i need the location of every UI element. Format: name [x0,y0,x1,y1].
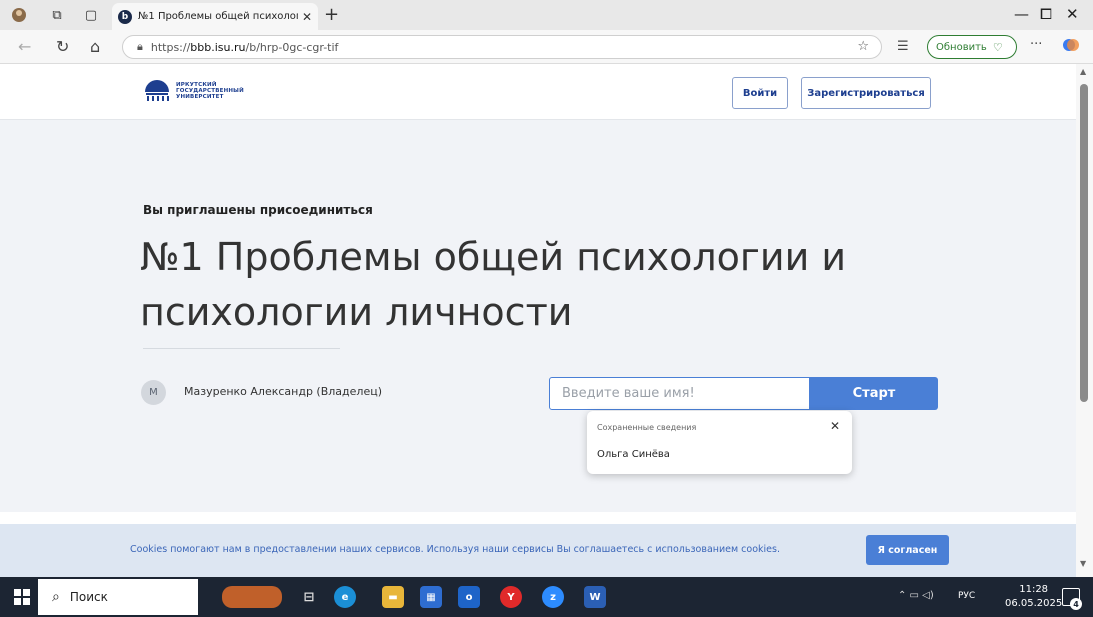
browser-tab-bar: ⧉ ▢ b №1 Проблемы общей психолог ✕ + — ⧠… [0,0,1093,30]
weather-widget-icon[interactable] [222,586,282,608]
windows-taskbar: ⌕ Поиск ⊟ e ▬ ▦ o Y z W ⌃ ▭ ◁) РУС 11:28… [0,577,1093,617]
new-tab-icon[interactable]: + [324,4,339,25]
title-divider [143,348,340,349]
close-icon[interactable]: ✕ [302,10,312,24]
autofill-suggestion[interactable]: Ольга Синёва [597,449,670,460]
favorite-star-icon[interactable]: ☆ [857,39,869,54]
cookie-banner: Cookies помогают нам в предоставлении на… [0,524,1076,577]
back-icon[interactable]: ← [18,37,31,56]
scroll-down-icon[interactable]: ▼ [1080,559,1086,568]
favorites-bar-icon[interactable]: ☰ [897,39,909,54]
clock-date: 06.05.2025 [1005,598,1063,609]
name-input[interactable] [549,377,810,410]
logo-emblem-icon [143,78,171,104]
url-prefix: https:// [150,40,191,54]
profile-avatar-icon[interactable] [10,6,28,24]
tab-title: №1 Проблемы общей психолог [138,11,298,22]
site-header: ИРКУТСКИЙ ГОСУДАРСТВЕННЫЙ УНИВЕРСИТЕТ Во… [0,64,1076,120]
cookie-text: Cookies помогают нам в предоставлении на… [130,544,780,555]
room-title: №1 Проблемы общей психологии и психологи… [140,235,847,334]
file-explorer-icon[interactable]: ▬ [382,586,404,608]
more-menu-icon[interactable]: ··· [1030,37,1042,52]
tab-active[interactable]: b №1 Проблемы общей психолог ✕ [112,3,318,30]
invite-text: Вы приглашены присоединиться [143,203,373,217]
store-icon[interactable]: ▦ [420,586,442,608]
taskbar-search-label: Поиск [69,590,108,604]
favicon-icon: b [118,9,132,24]
university-logo[interactable]: ИРКУТСКИЙ ГОСУДАРСТВЕННЫЙ УНИВЕРСИТЕТ [143,78,244,104]
clock-time: 11:28 [1019,584,1049,595]
home-icon[interactable]: ⌂ [90,37,100,56]
tab-actions-icon[interactable]: ▢ [82,6,100,24]
heart-icon: ♡ [992,40,1003,54]
login-button[interactable]: Войти [732,77,788,109]
minimize-icon[interactable]: — [1014,5,1029,23]
close-icon[interactable]: ✕ [830,419,840,433]
taskbar-clock[interactable]: 11:28 06.05.2025 [1005,583,1062,611]
window-close-icon[interactable]: ✕ [1066,5,1079,23]
workspaces-icon[interactable]: ⧉ [48,6,66,24]
browser-update-button[interactable]: Обновить ♡ [927,35,1017,59]
logo-text: ИРКУТСКИЙ ГОСУДАРСТВЕННЫЙ УНИВЕРСИТЕТ [176,82,244,100]
notification-count-badge: 4 [1070,598,1082,610]
copilot-icon[interactable] [1062,36,1080,58]
url-host: bbb.isu.ru [190,40,246,54]
register-button[interactable]: Зарегистрироваться [801,77,931,109]
language-indicator[interactable]: РУС [958,591,975,601]
zoom-icon[interactable]: z [542,586,564,608]
autofill-dropdown: Сохраненные сведения ✕ Ольга Синёва [587,411,852,474]
scroll-up-icon[interactable]: ▲ [1080,67,1086,76]
cookie-accept-button[interactable]: Я согласен [866,535,949,565]
scrollbar-thumb[interactable] [1080,84,1088,402]
owner-name: Мазуренко Александр (Владелец) [184,385,382,398]
lock-icon: 🔒︎ [137,40,143,53]
page-scrollbar[interactable]: ▲ ▼ [1076,64,1093,577]
search-icon: ⌕ [52,589,60,605]
windows-start-icon[interactable] [14,589,30,605]
system-tray-icons[interactable]: ⌃ ▭ ◁) [898,590,934,601]
web-page: ИРКУТСКИЙ ГОСУДАРСТВЕННЫЙ УНИВЕРСИТЕТ Во… [0,64,1076,577]
restore-icon[interactable]: ⧠ [1040,5,1052,23]
update-label: Обновить [936,41,987,53]
edge-icon[interactable]: e [334,586,356,608]
autofill-heading: Сохраненные сведения [597,423,697,432]
word-icon[interactable]: W [584,586,606,608]
taskbar-search[interactable]: ⌕ Поиск [38,579,198,615]
start-button[interactable]: Старт [810,377,938,410]
owner-avatar: M [141,380,166,405]
yandex-browser-icon[interactable]: Y [500,586,522,608]
outlook-icon[interactable]: o [458,586,480,608]
url-field[interactable]: 🔒︎ https://bbb.isu.ru/b/hrp-0gc-cgr-tif … [122,35,882,59]
content-footer-strip [0,512,1076,524]
refresh-icon[interactable]: ↻ [56,37,69,56]
url-path: /b/hrp-0gc-cgr-tif [245,40,339,54]
task-view-icon[interactable]: ⊟ [298,586,320,608]
logo-line-3: УНИВЕРСИТЕТ [176,94,224,100]
